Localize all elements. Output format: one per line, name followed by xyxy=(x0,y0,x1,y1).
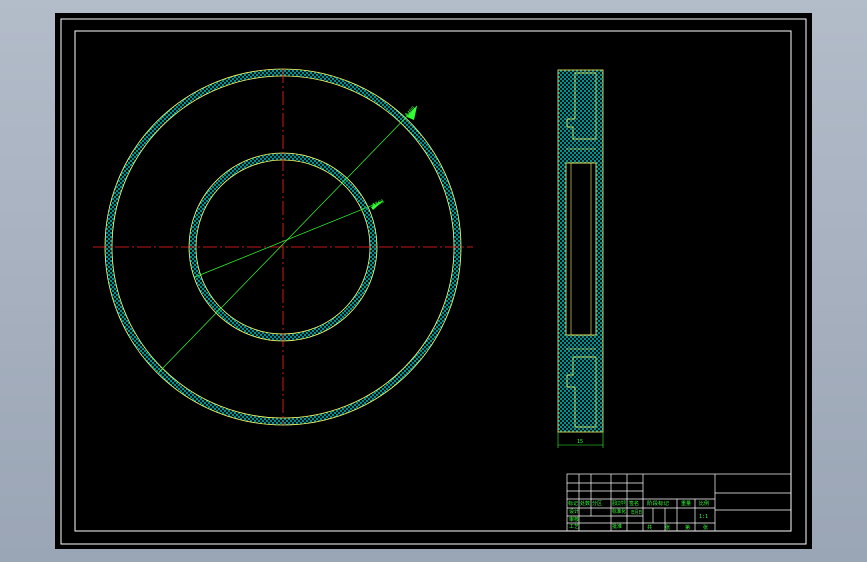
cad-drawing: Φ400 Φ260 15 标记 处数 分区 更改文件号 签名 年月日 设计 标准… xyxy=(60,18,807,545)
tb-zhongliang: 重量 xyxy=(681,500,691,507)
tb-biaozhunhua: 标准化 xyxy=(612,508,626,515)
tb-zhang-1: 张 xyxy=(665,524,670,531)
tb-fenqu: 分区 xyxy=(592,500,602,507)
outer-frame xyxy=(60,18,807,545)
tb-di: 第 xyxy=(685,524,690,531)
title-block-labels: 标记 处数 分区 更改文件号 签名 年月日 设计 标准化 审核 工艺 批准 阶段… xyxy=(568,500,709,531)
side-view: 15 xyxy=(557,69,604,448)
width-dimension-label: 15 xyxy=(577,439,583,445)
tb-biaoji: 标记 xyxy=(568,500,578,507)
tb-nianyueri: 年月日 xyxy=(631,509,642,516)
front-view: Φ400 Φ260 xyxy=(93,68,473,426)
bore-inner-line xyxy=(570,162,592,336)
inner-diameter-dimension-line xyxy=(194,200,384,278)
outer-diameter-dimension-line xyxy=(158,105,418,373)
tb-bili: 比例 xyxy=(699,500,709,507)
drawing-sheet: Φ400 Φ260 15 标记 处数 分区 更改文件号 签名 年月日 设计 标准… xyxy=(55,13,812,549)
tb-gongyi: 工艺 xyxy=(569,524,579,530)
tb-genggai: 更改文件号 xyxy=(612,500,626,507)
tb-shenhe: 审核 xyxy=(569,516,579,523)
tb-qianming: 签名 xyxy=(629,500,639,507)
tb-gong: 共 xyxy=(647,524,652,531)
tb-ratio: 1:1 xyxy=(699,514,708,520)
tb-jieduan: 阶段标记 xyxy=(647,500,669,507)
inner-diameter-label: Φ260 xyxy=(372,199,385,209)
tb-sheji: 设计 xyxy=(569,508,579,515)
tb-pizhun: 批准 xyxy=(612,523,622,530)
tb-chushu: 处数 xyxy=(580,500,590,507)
bore-outline xyxy=(565,162,597,336)
tb-zhang-2: 张 xyxy=(703,524,708,531)
